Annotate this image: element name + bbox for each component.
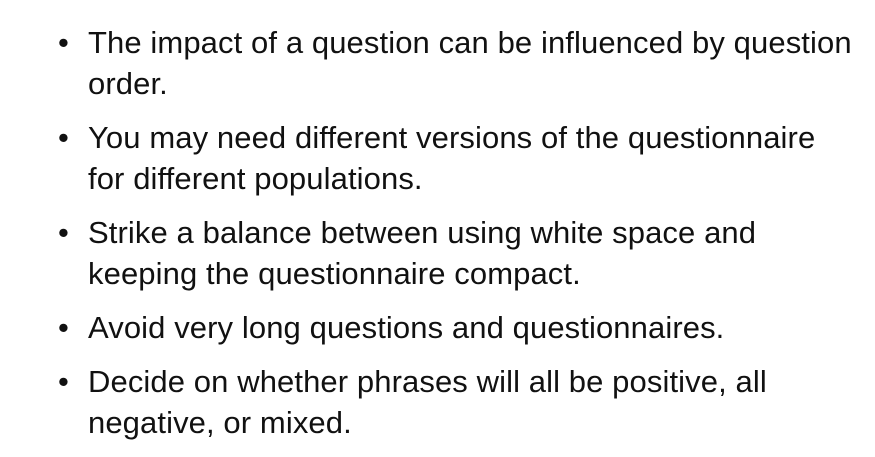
bullet-dot-icon: • (58, 25, 69, 60)
bullet-item: • Decide on whether phrases will all be … (58, 361, 858, 443)
bullet-text: Avoid very long questions and questionna… (88, 310, 725, 345)
bullet-text: Strike a balance between using white spa… (88, 215, 757, 291)
slide-content: • The impact of a question can be influe… (0, 0, 875, 457)
bullet-item: • Avoid very long questions and question… (58, 307, 858, 348)
bullet-dot-icon: • (58, 120, 69, 155)
bullet-item: • Strike a balance between using white s… (58, 212, 858, 294)
bullet-dot-icon: • (58, 310, 69, 345)
bullet-text: Decide on whether phrases will all be po… (88, 364, 767, 440)
bullet-item: • You may need different versions of the… (58, 117, 858, 199)
bullet-item: • The impact of a question can be influe… (58, 22, 858, 104)
bullet-list: • The impact of a question can be influe… (58, 22, 858, 443)
bullet-dot-icon: • (58, 215, 69, 250)
bullet-dot-icon: • (58, 364, 69, 399)
bullet-text: You may need different versions of the q… (88, 120, 816, 196)
bullet-text: The impact of a question can be influenc… (88, 25, 852, 101)
